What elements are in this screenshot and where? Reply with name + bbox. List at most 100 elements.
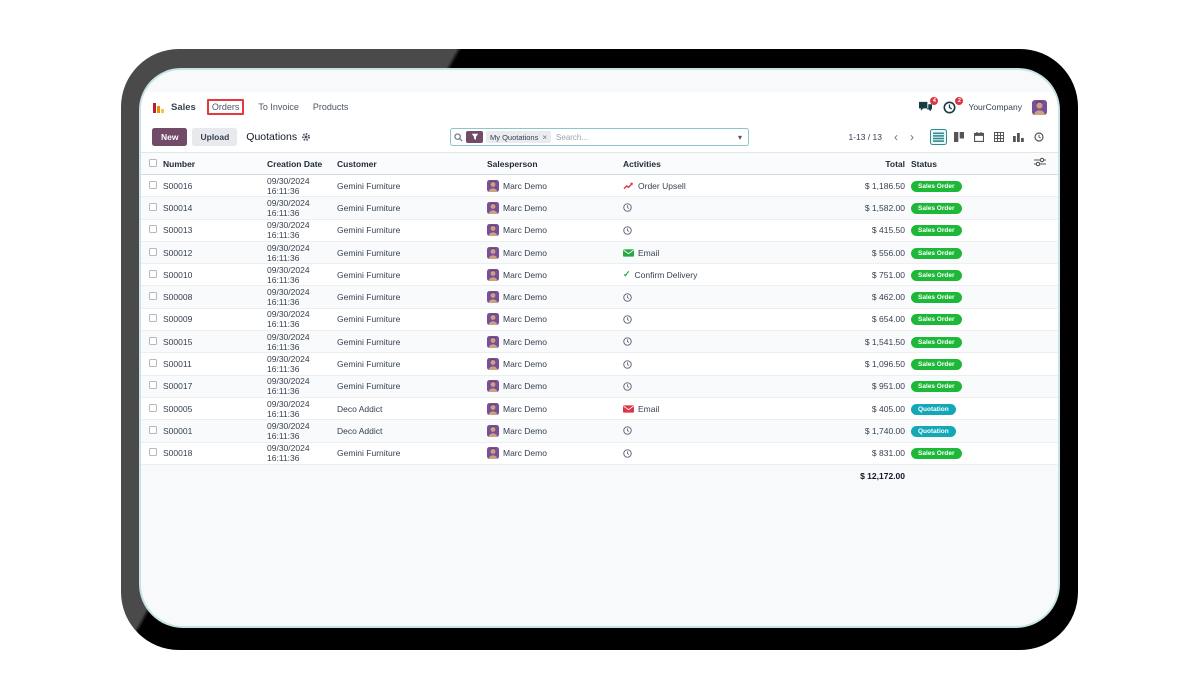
activities-count-badge: 2 [955, 96, 964, 105]
column-options-icon[interactable] [1034, 157, 1046, 169]
table-row[interactable]: S00014 09/30/2024 16:11:36 Gemini Furnitur… [141, 196, 1058, 220]
row-checkbox[interactable] [149, 225, 157, 234]
view-activity-button[interactable] [1030, 129, 1047, 145]
row-checkbox[interactable] [149, 314, 157, 323]
upload-button[interactable]: Upload [192, 128, 238, 146]
status-badge: Sales Order [911, 202, 962, 214]
cell-activities[interactable] [623, 196, 783, 220]
pager-previous-button[interactable]: ‹ [890, 131, 902, 143]
cell-total: $ 1,740.00 [783, 419, 905, 443]
table-row[interactable]: S00005 09/30/2024 16:11:36 Deco Addict Marc… [141, 397, 1058, 421]
top-navbar: Sales Orders To Invoice Products 4 2 You… [141, 92, 1058, 122]
header-creation-date[interactable]: Creation Date [267, 152, 337, 175]
table-row[interactable]: S00001 09/30/2024 16:11:36 Deco Addict Marc… [141, 419, 1058, 443]
facet-remove-icon[interactable]: × [542, 133, 547, 142]
view-kanban-button[interactable] [950, 129, 967, 145]
app-menu[interactable]: Sales [152, 101, 196, 114]
cell-activities[interactable] [623, 330, 783, 354]
gear-icon[interactable] [301, 132, 311, 142]
cell-activities[interactable] [623, 375, 783, 398]
table-row[interactable]: S00010 09/30/2024 16:11:36 Gemini Furnitur… [141, 263, 1058, 287]
salesperson-name: Marc Demo [503, 381, 547, 392]
header-number[interactable]: Number [163, 152, 267, 175]
nav-item-products[interactable]: Products [313, 102, 349, 112]
activities-button[interactable]: 2 [943, 96, 964, 114]
row-checkbox[interactable] [149, 180, 157, 189]
search-bar[interactable]: My Quotations × Search... ▾ [450, 128, 749, 146]
company-name[interactable]: YourCompany [968, 102, 1022, 112]
messages-button[interactable]: 4 [918, 96, 939, 114]
cell-activities[interactable]: Email [623, 397, 783, 421]
cell-creation-date: 09/30/2024 16:11:36 [267, 330, 337, 354]
cell-number: S00009 [163, 308, 267, 332]
cell-salesperson: Marc Demo [487, 174, 623, 198]
cell-activities[interactable] [623, 419, 783, 443]
view-graph-button[interactable] [1010, 129, 1027, 145]
row-checkbox[interactable] [149, 359, 157, 368]
cell-activities[interactable] [623, 285, 783, 309]
search-facet[interactable]: My Quotations × [486, 131, 552, 143]
view-calendar-button[interactable] [970, 129, 987, 145]
cell-activities[interactable] [623, 352, 783, 376]
pager-next-button[interactable]: › [906, 131, 918, 143]
search-input[interactable]: Search... [556, 133, 735, 142]
header-activities[interactable]: Activities [623, 152, 783, 175]
row-checkbox[interactable] [149, 448, 157, 457]
cell-number: S00008 [163, 285, 267, 309]
row-checkbox[interactable] [149, 425, 157, 434]
row-checkbox[interactable] [149, 403, 157, 412]
status-badge: Sales Order [911, 247, 962, 259]
cell-salesperson: Marc Demo [487, 285, 623, 309]
cell-activities[interactable] [623, 442, 783, 465]
cell-activities[interactable] [623, 308, 783, 332]
cell-activities[interactable]: Order Upsell [623, 174, 783, 198]
select-all-checkbox[interactable] [149, 158, 157, 167]
cell-activities[interactable] [623, 219, 783, 242]
search-dropdown-caret-icon[interactable]: ▾ [735, 133, 745, 142]
cell-activities[interactable]: ✓ Confirm Delivery [623, 263, 783, 287]
cell-status: Sales Order [905, 442, 1000, 465]
row-checkbox[interactable] [149, 292, 157, 301]
header-status[interactable]: Status [905, 152, 1000, 175]
table-row[interactable]: S00017 09/30/2024 16:11:36 Gemini Furnitur… [141, 375, 1058, 398]
table-row[interactable]: S00018 09/30/2024 16:11:36 Gemini Furnitur… [141, 442, 1058, 465]
new-button[interactable]: New [152, 128, 188, 146]
view-list-button[interactable] [930, 129, 947, 145]
salesperson-name: Marc Demo [503, 425, 547, 436]
cell-customer: Deco Addict [337, 419, 487, 443]
breadcrumb: Quotations [246, 131, 311, 143]
row-checkbox[interactable] [149, 336, 157, 345]
row-checkbox[interactable] [149, 381, 157, 390]
email-activity-icon [623, 404, 634, 413]
user-avatar[interactable] [1032, 99, 1047, 115]
cell-activities[interactable]: Email [623, 241, 783, 265]
table-row[interactable]: S00013 09/30/2024 16:11:36 Gemini Furnitur… [141, 219, 1058, 242]
row-checkbox[interactable] [149, 202, 157, 211]
cell-salesperson: Marc Demo [487, 241, 623, 265]
table-row[interactable]: S00009 09/30/2024 16:11:36 Gemini Furnitur… [141, 308, 1058, 332]
app-name[interactable]: Sales [171, 102, 196, 113]
salesperson-avatar [487, 179, 499, 192]
order-upsell-icon [623, 182, 634, 190]
cell-salesperson: Marc Demo [487, 263, 623, 287]
row-checkbox[interactable] [149, 247, 157, 256]
header-salesperson[interactable]: Salesperson [487, 152, 623, 175]
cell-creation-date: 09/30/2024 16:11:36 [267, 174, 337, 198]
salesperson-avatar [487, 402, 499, 415]
nav-item-to-invoice[interactable]: To Invoice [258, 102, 299, 112]
nav-item-orders[interactable]: Orders [206, 99, 245, 115]
header-customer[interactable]: Customer [337, 152, 487, 175]
view-switcher [930, 129, 1047, 145]
row-checkbox[interactable] [149, 269, 157, 278]
cell-total: $ 556.00 [783, 241, 905, 265]
cell-total: $ 1,541.50 [783, 330, 905, 354]
table-row[interactable]: S00012 09/30/2024 16:11:36 Gemini Furnitur… [141, 241, 1058, 265]
table-row[interactable]: S00016 09/30/2024 16:11:36 Gemini Furnitur… [141, 174, 1058, 198]
view-pivot-button[interactable] [990, 129, 1007, 145]
cell-total: $ 405.00 [783, 397, 905, 421]
table-row[interactable]: S00011 09/30/2024 16:11:36 Gemini Furnitur… [141, 352, 1058, 376]
breadcrumb-title[interactable]: Quotations [246, 131, 297, 143]
table-row[interactable]: S00008 09/30/2024 16:11:36 Gemini Furnitur… [141, 285, 1058, 309]
header-total[interactable]: Total [783, 152, 905, 175]
table-row[interactable]: S00015 09/30/2024 16:11:36 Gemini Furnitur… [141, 330, 1058, 354]
